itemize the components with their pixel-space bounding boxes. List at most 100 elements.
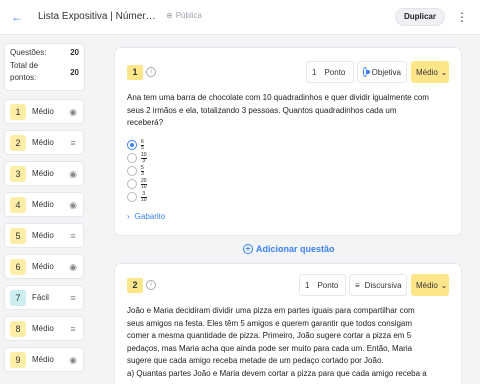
points-unit: Ponto bbox=[324, 67, 346, 77]
sidebar-question-item[interactable]: 3 Médio ◉ bbox=[4, 161, 84, 186]
radio-icon: ◉ bbox=[69, 168, 77, 179]
question-number-badge: 9 bbox=[10, 351, 26, 368]
question-text: Ana tem uma barra de chocolate com 10 qu… bbox=[127, 92, 447, 130]
top-bar: ← Lista Expositiva | Números ... ⊕ Públi… bbox=[0, 0, 480, 35]
question-number-badge: 4 bbox=[10, 196, 26, 213]
sidebar-question-item[interactable]: 6 Médio ◉ bbox=[4, 254, 84, 279]
option-fraction: 65 bbox=[141, 138, 144, 151]
lines-icon: ≡ bbox=[70, 323, 76, 334]
difficulty-label: Médio bbox=[32, 231, 54, 240]
difficulty-label: Médio bbox=[32, 200, 54, 209]
question-number-badge: 1 bbox=[10, 103, 26, 120]
arrow-left-icon[interactable]: ← bbox=[9, 9, 25, 25]
option-radio[interactable] bbox=[127, 192, 137, 202]
plus-circle-icon: + bbox=[243, 244, 253, 254]
duplicate-button[interactable]: Duplicar bbox=[395, 8, 445, 26]
answer-option[interactable]: 65 bbox=[127, 139, 144, 151]
radio-icon: ◉ bbox=[69, 199, 77, 210]
question-number-badge: 5 bbox=[10, 227, 26, 244]
difficulty-label: Médio bbox=[416, 67, 438, 77]
points-value: 1 bbox=[312, 67, 317, 77]
answer-option[interactable]: 10 3 bbox=[127, 152, 147, 164]
lines-icon: ≡ bbox=[70, 230, 76, 241]
difficulty-label: Médio bbox=[32, 324, 54, 333]
question-text-line: comer a mesma quantidade de pizza. Prime… bbox=[127, 331, 412, 340]
sidebar-question-item[interactable]: 8 Médio ≡ bbox=[4, 316, 84, 341]
gabarito-toggle[interactable]: › Gabarito bbox=[127, 212, 165, 221]
option-fraction: 53 bbox=[141, 164, 144, 177]
answer-option[interactable]: 3 10 bbox=[127, 191, 147, 203]
objective-radio-icon bbox=[363, 67, 370, 77]
answer-option[interactable]: 20 10 bbox=[127, 178, 147, 190]
sidebar-question-item[interactable]: 1 Médio ◉ bbox=[4, 99, 84, 124]
option-fraction: 10 3 bbox=[141, 151, 147, 164]
difficulty-label: Fácil bbox=[32, 293, 49, 302]
points-field[interactable]: 1 Ponto bbox=[299, 274, 346, 296]
questions-count: 20 bbox=[70, 48, 79, 57]
question-number-badge: 3 bbox=[10, 165, 26, 182]
sidebar-question-item[interactable]: 7 Fácil ≡ bbox=[4, 285, 84, 310]
points-value: 1 bbox=[305, 280, 310, 290]
radio-icon: ◉ bbox=[69, 354, 77, 365]
points-label: Total de pontos: bbox=[10, 61, 39, 82]
question-type-label: Objetiva bbox=[371, 67, 401, 77]
lines-icon: ≡ bbox=[70, 137, 76, 148]
add-question-label: Adicionar questão bbox=[256, 244, 335, 254]
question-number: 1 bbox=[127, 65, 143, 80]
difficulty-label: Médio bbox=[32, 355, 54, 364]
sidebar-question-item[interactable]: 5 Médio ≡ bbox=[4, 223, 84, 248]
chevron-down-icon: ⌄ bbox=[440, 280, 448, 290]
option-fraction: 3 10 bbox=[141, 190, 147, 203]
questions-label: Questões: bbox=[10, 48, 47, 57]
question-type-toggle[interactable]: ≡ Discursiva bbox=[349, 274, 407, 296]
summary-panel: Questões: 20 Total de pontos: 20 bbox=[4, 43, 85, 91]
sidebar-question-item[interactable]: 2 Médio ≡ bbox=[4, 130, 84, 155]
question-text-line: Ana tem uma barra de chocolate com 10 qu… bbox=[127, 93, 429, 102]
more-vertical-icon[interactable]: ⋮ bbox=[455, 8, 469, 26]
gabarito-label: Gabarito bbox=[134, 212, 166, 221]
answer-option[interactable]: 53 bbox=[127, 165, 144, 177]
page-title: Lista Expositiva | Números ... bbox=[38, 11, 158, 22]
info-icon[interactable]: i bbox=[146, 280, 156, 290]
difficulty-label: Médio bbox=[416, 280, 438, 290]
question-text-line: pedaços, mas Maria acha que ainda pode s… bbox=[127, 343, 413, 353]
difficulty-label: Médio bbox=[32, 107, 54, 116]
question-text-line: seus 2 irmãos e ela, totalizando 3 pesso… bbox=[127, 105, 397, 115]
radio-icon: ◉ bbox=[69, 261, 77, 272]
option-fraction: 20 10 bbox=[141, 177, 147, 190]
difficulty-select[interactable]: Médio ⌄ bbox=[411, 274, 449, 296]
question-card-1: 1 i 1 Ponto Objetiva Médio ⌄ Ana tem uma… bbox=[114, 47, 462, 236]
difficulty-label: Médio bbox=[32, 262, 54, 271]
visibility-status: ⊕ Pública bbox=[166, 11, 202, 20]
sidebar-question-item[interactable]: 4 Médio ◉ bbox=[4, 192, 84, 217]
question-number-badge: 2 bbox=[10, 134, 26, 151]
question-text-line: seus amigos na festa. Eles têm 5 amigos … bbox=[127, 318, 413, 328]
option-radio[interactable] bbox=[127, 179, 137, 189]
info-icon[interactable]: i bbox=[146, 67, 156, 77]
difficulty-label: Médio bbox=[32, 138, 54, 147]
chevron-down-icon: ⌄ bbox=[440, 67, 448, 77]
sidebar-question-item[interactable]: 9 Médio ◉ bbox=[4, 347, 84, 372]
points-field[interactable]: 1 Ponto bbox=[306, 61, 354, 83]
question-text-line: João e Maria decidiram dividir uma pizza… bbox=[127, 306, 415, 315]
points-total: 20 bbox=[70, 67, 79, 77]
difficulty-label: Médio bbox=[32, 169, 54, 178]
question-text-line: sugere que cada amigo receba metade de u… bbox=[127, 356, 384, 365]
question-card-2: 2 i 1 Ponto ≡ Discursiva Médio ⌄ João e … bbox=[114, 263, 462, 384]
add-question-button[interactable]: + Adicionar questão bbox=[243, 244, 335, 254]
lines-icon: ≡ bbox=[70, 292, 76, 303]
question-text-line: a) Quantas partes João e Maria devem cor… bbox=[127, 368, 427, 378]
option-radio[interactable] bbox=[127, 140, 137, 150]
points-unit: Ponto bbox=[317, 280, 339, 290]
option-radio[interactable] bbox=[127, 153, 137, 163]
option-radio[interactable] bbox=[127, 166, 137, 176]
radio-icon: ◉ bbox=[69, 106, 77, 117]
question-type-toggle[interactable]: Objetiva bbox=[357, 61, 407, 83]
globe-icon: ⊕ bbox=[166, 11, 173, 20]
difficulty-select[interactable]: Médio ⌄ bbox=[411, 61, 449, 83]
question-number-badge: 6 bbox=[10, 258, 26, 275]
question-number-badge: 7 bbox=[10, 289, 26, 306]
question-type-label: Discursiva bbox=[364, 280, 402, 290]
question-number: 2 bbox=[127, 278, 143, 293]
visibility-label: Pública bbox=[175, 11, 202, 20]
